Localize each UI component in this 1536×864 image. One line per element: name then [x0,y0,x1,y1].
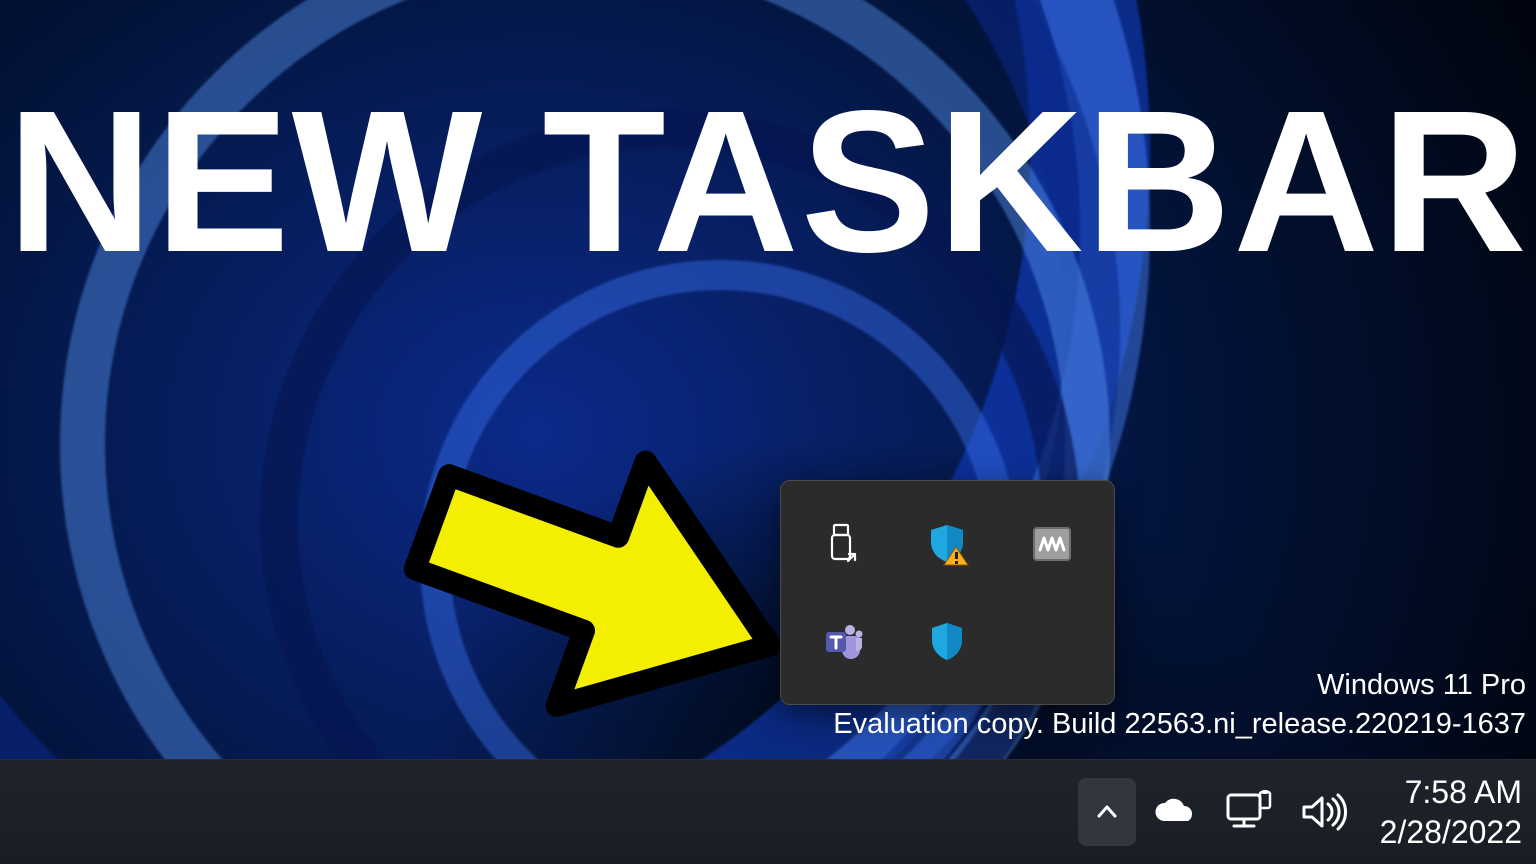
tray-overflow-button[interactable] [1078,778,1136,846]
vmware-tools-icon [1032,526,1072,562]
tray-item-usb[interactable] [819,520,867,568]
microsoft-teams-icon [822,621,864,661]
onedrive-button[interactable] [1150,797,1196,827]
desktop-watermark: Windows 11 Pro Evaluation copy. Build 22… [833,666,1526,744]
onedrive-icon [1150,797,1196,827]
chevron-up-icon [1094,799,1120,825]
clock-time: 7:58 AM [1380,772,1522,812]
tray-item-teams[interactable] [819,617,867,665]
watermark-build: Evaluation copy. Build 22563.ni_release.… [833,705,1526,744]
volume-icon [1300,792,1350,832]
taskbar[interactable]: 7:58 AM 2/28/2022 [0,759,1536,864]
volume-button[interactable] [1300,792,1350,832]
usb-eject-icon [826,523,860,565]
tray-item-security-warning[interactable] [923,520,971,568]
desktop-wallpaper: NEW TASKBAR [0,0,1536,864]
clock-date: 2/28/2022 [1380,812,1522,852]
tray-item-security[interactable] [923,617,971,665]
system-tray[interactable] [1150,790,1350,834]
tray-item-empty [1028,617,1076,665]
watermark-edition: Windows 11 Pro [833,666,1526,705]
tray-item-vmware[interactable] [1028,520,1076,568]
headline-text: NEW TASKBAR [0,80,1536,282]
network-button[interactable] [1222,790,1274,834]
windows-security-warning-icon [925,522,969,566]
network-wired-icon [1222,790,1274,834]
windows-security-icon [927,620,967,662]
arrow-overlay-icon [360,420,820,750]
taskbar-clock[interactable]: 7:58 AM 2/28/2022 [1380,772,1522,852]
